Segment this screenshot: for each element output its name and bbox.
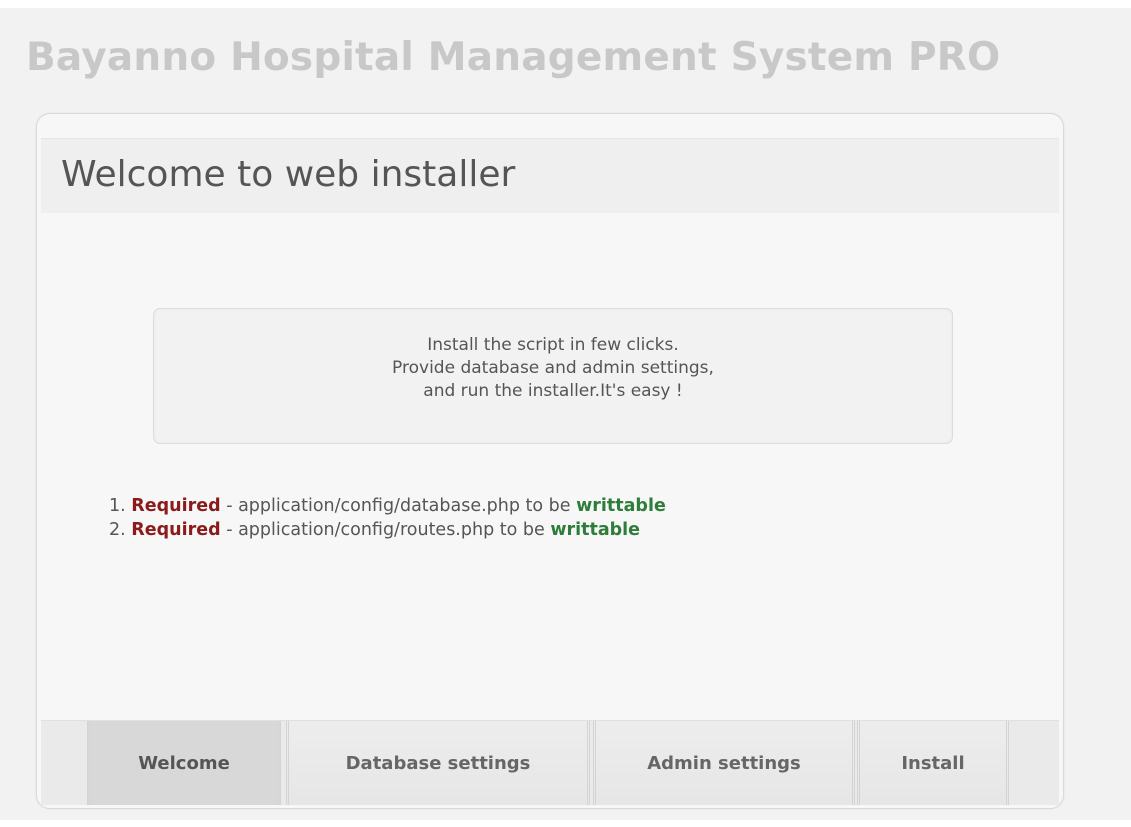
writable-status: writtable	[576, 496, 666, 516]
intro-line: Provide database and admin settings,	[392, 358, 714, 378]
intro-line: Install the script in few clicks.	[427, 335, 679, 355]
installer-panel: Welcome to web installer Install the scr…	[36, 113, 1064, 809]
requirement-number: 2.	[109, 520, 126, 540]
tab-database-settings[interactable]: Database settings	[286, 721, 590, 805]
page: Bayanno Hospital Management System PRO W…	[0, 0, 1131, 827]
requirement-item: 2. Required - application/config/routes.…	[109, 518, 666, 542]
required-label: Required	[131, 520, 221, 540]
writable-status: writtable	[550, 520, 641, 540]
intro-box: Install the script in few clicks. Provid…	[153, 308, 953, 444]
requirement-number: 1.	[109, 496, 126, 516]
requirement-item: 1. Required - application/config/databas…	[109, 494, 666, 518]
required-label: Required	[131, 496, 221, 516]
panel-header: Welcome to web installer	[41, 138, 1059, 213]
requirement-text: - application/config/routes.php to be	[220, 520, 551, 540]
requirements-list: 1. Required - application/config/databas…	[109, 494, 666, 542]
tab-install[interactable]: Install	[857, 721, 1009, 805]
tab-admin-settings[interactable]: Admin settings	[593, 721, 855, 805]
requirement-text: - application/config/database.php to be	[220, 496, 577, 516]
installer-step-nav: Welcome Database settings Admin settings…	[41, 720, 1059, 805]
panel-heading: Welcome to web installer	[61, 154, 516, 195]
tab-welcome[interactable]: Welcome	[87, 721, 281, 805]
intro-line: and run the installer.It's easy !	[423, 381, 683, 401]
app-title: Bayanno Hospital Management System PRO	[26, 35, 1001, 80]
